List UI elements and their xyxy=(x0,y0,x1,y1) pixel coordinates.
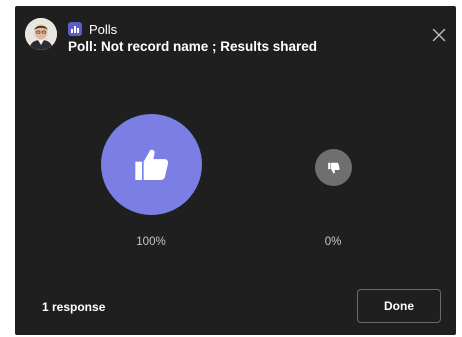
app-name: Polls xyxy=(89,21,118,37)
app-header: Polls xyxy=(68,21,117,37)
avatar xyxy=(25,18,57,50)
done-button[interactable]: Done xyxy=(357,289,441,323)
response-count: 1 response xyxy=(42,300,106,314)
thumbs-down-icon xyxy=(327,162,340,173)
polls-app-icon xyxy=(68,22,82,36)
option-thumbs-up-result xyxy=(101,114,202,215)
close-icon xyxy=(432,28,446,42)
close-button[interactable] xyxy=(430,26,448,44)
poll-results-dialog: Polls Poll: Not record name ; Results sh… xyxy=(15,6,456,335)
option-2-percent: 0% xyxy=(324,236,342,248)
avatar-image xyxy=(25,18,57,50)
option-1-percent: 100% xyxy=(136,236,166,248)
option-thumbs-down-result xyxy=(315,149,352,186)
thumbs-up-icon xyxy=(134,149,168,180)
poll-title: Poll: Not record name ; Results shared xyxy=(68,39,318,54)
